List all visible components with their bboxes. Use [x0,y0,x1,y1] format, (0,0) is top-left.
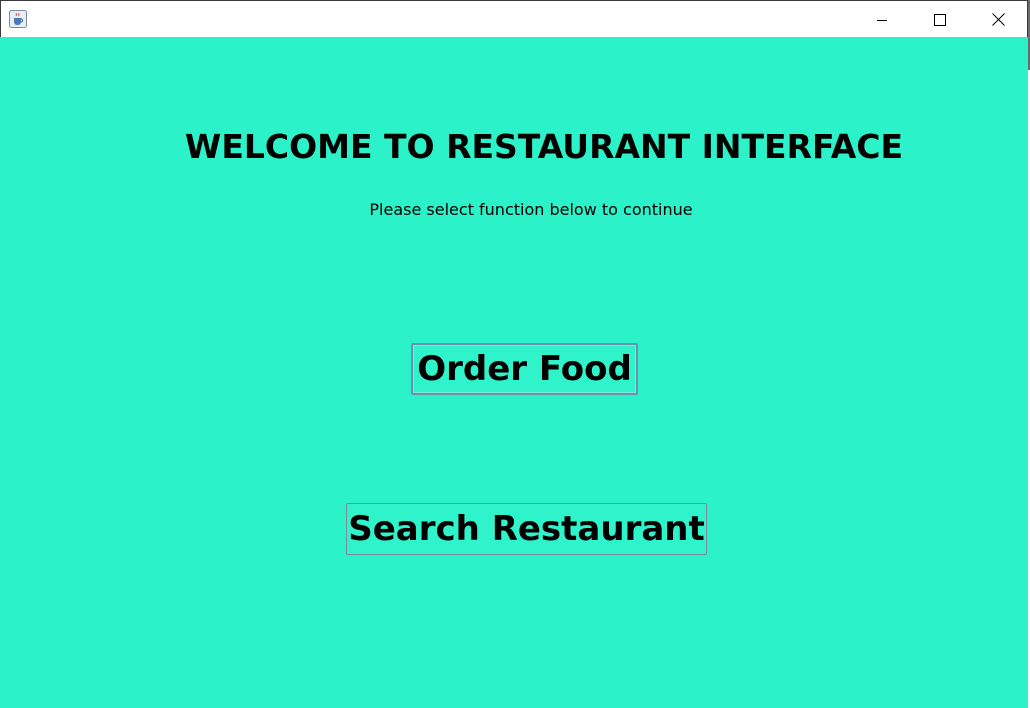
minimize-button[interactable] [853,1,911,38]
java-coffee-icon[interactable] [9,10,27,28]
maximize-icon [934,13,946,26]
page-title: WELCOME TO RESTAURANT INTERFACE [184,127,904,166]
close-icon [991,13,1005,26]
maximize-button[interactable] [911,1,969,38]
minimize-icon [877,19,887,21]
content-panel: WELCOME TO RESTAURANT INTERFACE Please s… [0,37,1028,708]
app-window: WELCOME TO RESTAURANT INTERFACE Please s… [0,0,1030,708]
close-button[interactable] [969,1,1027,38]
instruction-text: Please select function below to continue [369,200,693,219]
search-restaurant-button[interactable]: Search Restaurant [346,503,707,555]
order-food-button[interactable]: Order Food [411,343,638,395]
title-bar[interactable] [0,0,1028,37]
